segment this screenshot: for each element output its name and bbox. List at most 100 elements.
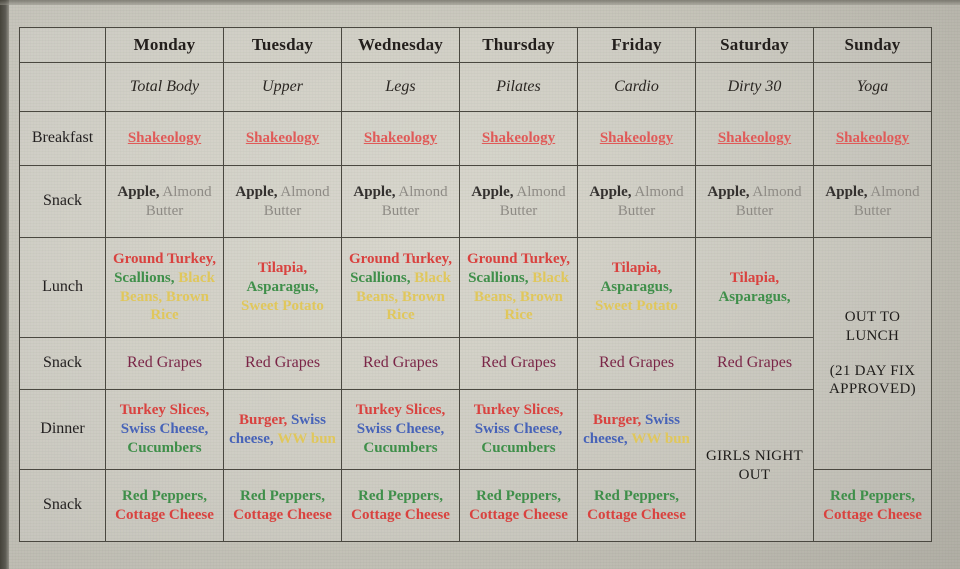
snack1-apple: Apple,	[353, 183, 396, 200]
lunch-protein: Tilapia,	[729, 269, 780, 286]
dinner-protein: Burger,	[239, 411, 288, 428]
cell-breakfast-thursday: Shakeology	[459, 111, 578, 166]
lunch-veg: Scallions,	[350, 269, 411, 286]
workout-saturday: Dirty 30	[695, 62, 814, 112]
workout-sunday: Yoga	[813, 62, 932, 112]
dinner-veg: Cucumbers	[481, 439, 556, 456]
cell-dinner-tuesday: Burger, Swiss cheese, WW bun	[223, 389, 342, 470]
cell-snack3-friday: Red Peppers, Cottage Cheese	[577, 469, 696, 542]
row-lunch: Lunch Ground Turkey, Scallions, Black Be…	[19, 237, 932, 470]
table-header-row: Monday Tuesday Wednesday Thursday Friday…	[19, 27, 932, 63]
workout-wednesday: Legs	[341, 62, 460, 112]
dinner-protein: Burger,	[593, 411, 642, 428]
workout-row-label	[19, 62, 106, 112]
breakfast-item: Shakeology	[599, 130, 674, 147]
cell-snack2-thursday: Red Grapes	[459, 337, 578, 390]
meal-plan-sheet: Monday Tuesday Wednesday Thursday Friday…	[19, 27, 932, 542]
cell-snack1-tuesday: Apple, Almond Butter	[223, 165, 342, 238]
lunch-protein: Ground Turkey,	[348, 250, 453, 267]
dinner-protein: Turkey Slices,	[119, 402, 210, 419]
cell-sunday-out-to-lunch-note: OUT TO LUNCH (21 DAY FIX APPROVED)	[813, 237, 932, 470]
cell-breakfast-tuesday: Shakeology	[223, 111, 342, 166]
row-breakfast: Breakfast Shakeology Shakeology Shakeolo…	[19, 111, 932, 166]
row-label-dinner: Dinner	[19, 389, 106, 470]
cell-snack3-thursday: Red Peppers, Cottage Cheese	[459, 469, 578, 542]
cell-lunch-monday: Ground Turkey, Scallions, Black Beans, B…	[105, 237, 224, 338]
day-header-wednesday: Wednesday	[341, 27, 460, 63]
snack1-apple: Apple,	[825, 183, 868, 200]
cell-snack3-tuesday: Red Peppers, Cottage Cheese	[223, 469, 342, 542]
row-snack-morning: Snack Apple, Almond Butter Apple, Almond…	[19, 165, 932, 238]
out-to-lunch-text: OUT TO LUNCH	[844, 308, 901, 344]
day-header-saturday: Saturday	[695, 27, 814, 63]
workout-tuesday: Upper	[223, 62, 342, 112]
day-header-friday: Friday	[577, 27, 696, 63]
cell-snack1-friday: Apple, Almond Butter	[577, 165, 696, 238]
snack3-cottage-cheese: Cottage Cheese	[351, 506, 450, 523]
snack3-cottage-cheese: Cottage Cheese	[469, 506, 568, 523]
cell-snack1-wednesday: Apple, Almond Butter	[341, 165, 460, 238]
workout-monday: Total Body	[105, 62, 224, 112]
breakfast-item: Shakeology	[127, 130, 202, 147]
breakfast-item: Shakeology	[245, 130, 320, 147]
cell-snack2-tuesday: Red Grapes	[223, 337, 342, 390]
dinner-veg: Cucumbers	[127, 439, 202, 456]
lunch-veg: Asparagus,	[600, 279, 673, 296]
cell-snack3-monday: Red Peppers, Cottage Cheese	[105, 469, 224, 542]
cell-dinner-thursday: Turkey Slices, Swiss Cheese, Cucumbers	[459, 389, 578, 470]
corner-cell	[19, 27, 106, 63]
cell-breakfast-friday: Shakeology	[577, 111, 696, 166]
lunch-carb: Sweet Potato	[595, 297, 678, 314]
lunch-protein: Tilapia,	[611, 260, 662, 277]
workout-friday: Cardio	[577, 62, 696, 112]
cell-snack2-monday: Red Grapes	[105, 337, 224, 390]
snack3-peppers: Red Peppers,	[594, 487, 679, 504]
snack3-cottage-cheese: Cottage Cheese	[587, 506, 686, 523]
snack3-peppers: Red Peppers,	[476, 487, 561, 504]
day-header-sunday: Sunday	[813, 27, 932, 63]
lunch-veg: Scallions,	[468, 269, 529, 286]
row-label-lunch: Lunch	[19, 237, 106, 338]
dinner-dairy: Swiss Cheese,	[356, 421, 445, 438]
lunch-protein: Ground Turkey,	[466, 250, 571, 267]
cell-breakfast-saturday: Shakeology	[695, 111, 814, 166]
cell-lunch-saturday: Tilapia, Asparagus,	[695, 237, 814, 338]
cell-snack2-friday: Red Grapes	[577, 337, 696, 390]
cell-lunch-wednesday: Ground Turkey, Scallions, Black Beans, B…	[341, 237, 460, 338]
day-header-monday: Monday	[105, 27, 224, 63]
cell-dinner-friday: Burger, Swiss cheese, WW bun	[577, 389, 696, 470]
row-label-snack-morning: Snack	[19, 165, 106, 238]
cell-snack2-wednesday: Red Grapes	[341, 337, 460, 390]
cell-breakfast-wednesday: Shakeology	[341, 111, 460, 166]
dinner-carb: WW bun	[277, 430, 336, 447]
snack3-peppers: Red Peppers,	[240, 487, 325, 504]
out-to-lunch-subtext: (21 DAY FIX APPROVED)	[829, 362, 916, 398]
snack3-peppers: Red Peppers,	[122, 487, 207, 504]
cell-snack2-saturday: Red Grapes	[695, 337, 814, 390]
cell-snack1-monday: Apple, Almond Butter	[105, 165, 224, 238]
cell-breakfast-sunday: Shakeology	[813, 111, 932, 166]
dinner-veg: Cucumbers	[363, 439, 438, 456]
cell-lunch-friday: Tilapia, Asparagus, Sweet Potato	[577, 237, 696, 338]
cell-snack3-wednesday: Red Peppers, Cottage Cheese	[341, 469, 460, 542]
row-snack-afternoon: Snack Red Grapes Red Grapes Red Grapes R…	[19, 337, 932, 390]
dinner-dairy: Swiss Cheese,	[474, 421, 563, 438]
cell-snack1-saturday: Apple, Almond Butter	[695, 165, 814, 238]
snack1-apple: Apple,	[589, 183, 632, 200]
dinner-carb: WW bun	[631, 430, 690, 447]
cell-lunch-thursday: Ground Turkey, Scallions, Black Beans, B…	[459, 237, 578, 338]
breakfast-item: Shakeology	[835, 130, 910, 147]
breakfast-item: Shakeology	[717, 130, 792, 147]
lunch-protein: Tilapia,	[257, 260, 308, 277]
lunch-protein: Ground Turkey,	[112, 250, 217, 267]
row-label-snack-evening: Snack	[19, 469, 106, 542]
snack3-cottage-cheese: Cottage Cheese	[233, 506, 332, 523]
lunch-veg: Asparagus,	[718, 288, 791, 305]
lunch-carb: Sweet Potato	[241, 297, 324, 314]
row-label-breakfast: Breakfast	[19, 111, 106, 166]
lunch-veg: Asparagus,	[246, 279, 319, 296]
cell-dinner-wednesday: Turkey Slices, Swiss Cheese, Cucumbers	[341, 389, 460, 470]
cell-snack1-sunday: Apple, Almond Butter	[813, 165, 932, 238]
cell-lunch-tuesday: Tilapia, Asparagus, Sweet Potato	[223, 237, 342, 338]
cell-snack1-thursday: Apple, Almond Butter	[459, 165, 578, 238]
